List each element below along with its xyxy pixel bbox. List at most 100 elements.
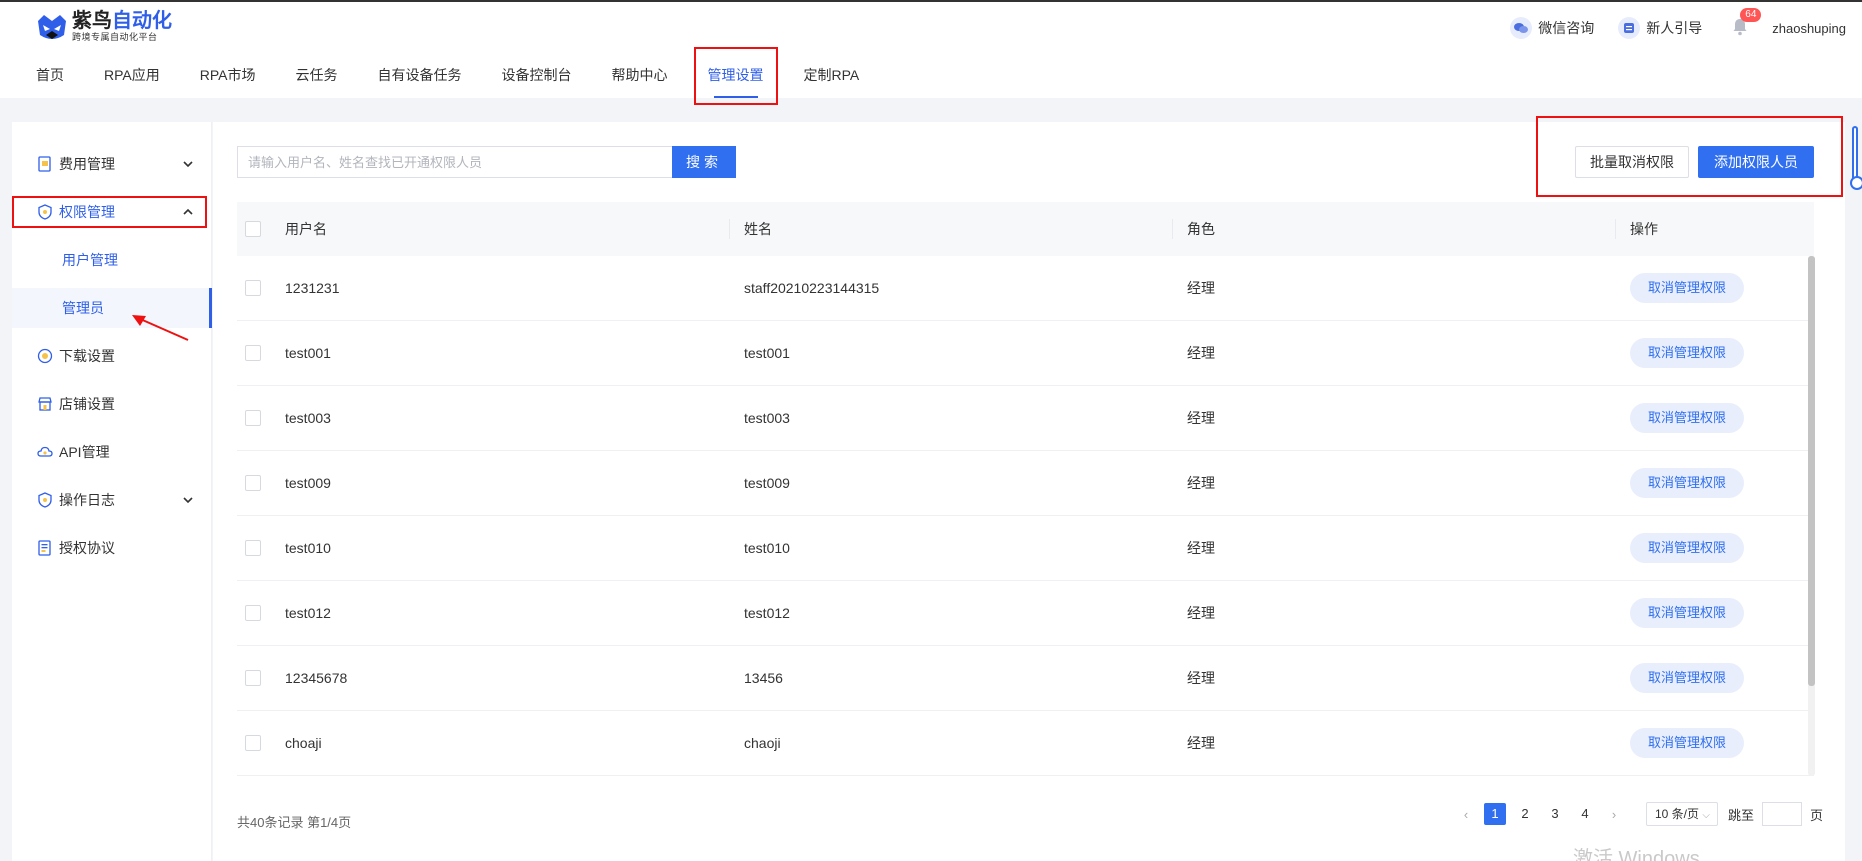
sidebar-label: 店铺设置	[59, 396, 115, 412]
newbie-guide-label: 新人引导	[1646, 20, 1703, 36]
next-page-icon[interactable]: ›	[1604, 807, 1624, 822]
page-number[interactable]: 4	[1574, 803, 1596, 825]
nav-label: RPA应用	[104, 67, 160, 83]
row-checkbox[interactable]	[245, 670, 261, 686]
row-checkbox[interactable]	[245, 280, 261, 296]
search-input[interactable]	[237, 146, 673, 178]
nav-custom-rpa[interactable]: 定制RPA	[792, 50, 872, 100]
top-header: 紫鸟自动化 跨境专属自动化平台 首页 RPA应用 RPA市场 云任务 自有设备任…	[0, 0, 1862, 105]
cell-username: test012	[285, 605, 331, 621]
row-checkbox[interactable]	[245, 345, 261, 361]
cancel-admin-permission-button[interactable]: 取消管理权限	[1630, 403, 1744, 433]
cell-username: 1231231	[285, 280, 340, 296]
table-row: test012 test012 经理 取消管理权限	[237, 581, 1814, 646]
row-checkbox[interactable]	[245, 605, 261, 621]
page-number[interactable]: 3	[1544, 803, 1566, 825]
bill-icon	[37, 156, 53, 172]
sidebar-item-fee[interactable]: 费用管理	[12, 144, 212, 184]
user-name[interactable]: zhaoshuping	[1772, 21, 1846, 36]
sidebar-label: 费用管理	[59, 156, 115, 172]
shield-log-icon	[37, 492, 53, 508]
page-size-value: 10 条/页	[1655, 807, 1700, 821]
sidebar-label: 下载设置	[59, 348, 115, 364]
sidebar-item-permission[interactable]: 权限管理	[12, 192, 212, 232]
table-row: test003 test003 经理 取消管理权限	[237, 386, 1814, 451]
record-summary: 共40条记录 第1/4页	[237, 815, 352, 830]
cell-role: 经理	[1187, 345, 1215, 361]
page-number[interactable]: 2	[1514, 803, 1536, 825]
nav-device-console[interactable]: 设备控制台	[490, 50, 584, 100]
bird-logo-icon	[36, 11, 68, 43]
cancel-admin-permission-button[interactable]: 取消管理权限	[1630, 468, 1744, 498]
chevron-down-icon	[183, 497, 193, 504]
row-checkbox[interactable]	[245, 410, 261, 426]
cell-role: 经理	[1187, 410, 1215, 426]
highlight-box	[12, 196, 207, 228]
row-checkbox[interactable]	[245, 735, 261, 751]
pagination: ‹ 1 2 3 4 › 10 条/页 ⌵ 跳至 页	[1452, 802, 1823, 826]
nav-help-center[interactable]: 帮助中心	[600, 50, 680, 100]
scrollbar-thumb[interactable]	[1808, 256, 1815, 686]
nav-management-settings[interactable]: 管理设置	[693, 47, 778, 105]
nav-rpa-market[interactable]: RPA市场	[188, 50, 268, 100]
nav-label: RPA市场	[199, 67, 256, 83]
sidebar-item-shop[interactable]: 店铺设置	[12, 384, 212, 424]
select-all-checkbox[interactable]	[245, 221, 261, 237]
page-number[interactable]: 1	[1484, 803, 1506, 825]
prev-page-icon[interactable]: ‹	[1456, 807, 1476, 822]
table-header: 用户名 姓名 角色 操作	[237, 202, 1814, 256]
jump-page-input[interactable]	[1762, 802, 1803, 826]
cancel-admin-permission-button[interactable]: 取消管理权限	[1630, 533, 1744, 563]
page-size-select[interactable]: 10 条/页 ⌵	[1646, 802, 1718, 826]
table-row: test010 test010 经理 取消管理权限	[237, 516, 1814, 581]
cancel-admin-permission-button[interactable]: 取消管理权限	[1630, 598, 1744, 628]
cancel-admin-permission-button[interactable]: 取消管理权限	[1630, 663, 1744, 693]
cancel-admin-permission-button[interactable]: 取消管理权限	[1630, 338, 1744, 368]
header-actions: 微信咨询 新人引导 64 zhaoshuping	[1486, 8, 1846, 42]
nav-own-device-task[interactable]: 自有设备任务	[366, 50, 474, 100]
cell-name: test012	[744, 605, 790, 621]
wechat-consult-link[interactable]: 微信咨询	[1510, 17, 1594, 39]
sidebar-item-api[interactable]: API管理	[12, 432, 212, 472]
cell-name: chaoji	[744, 735, 781, 751]
page-scrollbar[interactable]	[1850, 126, 1862, 190]
cell-username: test003	[285, 410, 331, 426]
table-scrollbar[interactable]	[1808, 256, 1815, 776]
notification-bell[interactable]: 64	[1732, 8, 1762, 38]
brand-name-accent: 自动化	[112, 10, 172, 32]
cell-name: test009	[744, 475, 790, 491]
cell-role: 经理	[1187, 735, 1215, 751]
highlight-box	[693, 47, 778, 105]
notification-badge: 64	[1740, 8, 1762, 22]
nav-label: 设备控制台	[501, 67, 572, 83]
page-suffix-label: 页	[1810, 807, 1824, 823]
sidebar-label: API管理	[59, 444, 110, 460]
cancel-admin-permission-button[interactable]: 取消管理权限	[1630, 273, 1744, 303]
main-panel: 搜索 批量取消权限 添加权限人员 用户名 姓名 角色 操作 1231231 st…	[213, 116, 1845, 861]
cell-role: 经理	[1187, 605, 1215, 621]
cell-role: 经理	[1187, 670, 1215, 686]
brand-logo[interactable]: 紫鸟自动化 跨境专属自动化平台	[36, 10, 172, 43]
col-role: 角色	[1172, 219, 1615, 239]
cell-role: 经理	[1187, 280, 1215, 296]
cell-name: 13456	[744, 670, 783, 686]
highlight-box	[1536, 116, 1843, 197]
search-button[interactable]: 搜索	[672, 146, 736, 178]
row-checkbox[interactable]	[245, 540, 261, 556]
red-arrow-annotation	[132, 315, 189, 341]
row-checkbox[interactable]	[245, 475, 261, 491]
newbie-guide-link[interactable]: 新人引导	[1618, 17, 1702, 39]
table-row: test001 test001 经理 取消管理权限	[237, 321, 1814, 386]
nav-cloud-task[interactable]: 云任务	[284, 50, 350, 100]
nav-home[interactable]: 首页	[24, 50, 76, 100]
sidebar-item-auth-agreement[interactable]: 授权协议	[12, 528, 212, 568]
col-name: 姓名	[729, 219, 1172, 239]
sidebar-label: 管理员	[62, 300, 104, 316]
cell-name: test010	[744, 540, 790, 556]
wechat-consult-label: 微信咨询	[1538, 20, 1595, 36]
cell-username: test010	[285, 540, 331, 556]
sidebar-subitem-user-management[interactable]: 用户管理	[12, 240, 212, 280]
nav-rpa-app[interactable]: RPA应用	[92, 50, 172, 100]
cancel-admin-permission-button[interactable]: 取消管理权限	[1630, 728, 1744, 758]
sidebar-item-operation-log[interactable]: 操作日志	[12, 480, 212, 520]
